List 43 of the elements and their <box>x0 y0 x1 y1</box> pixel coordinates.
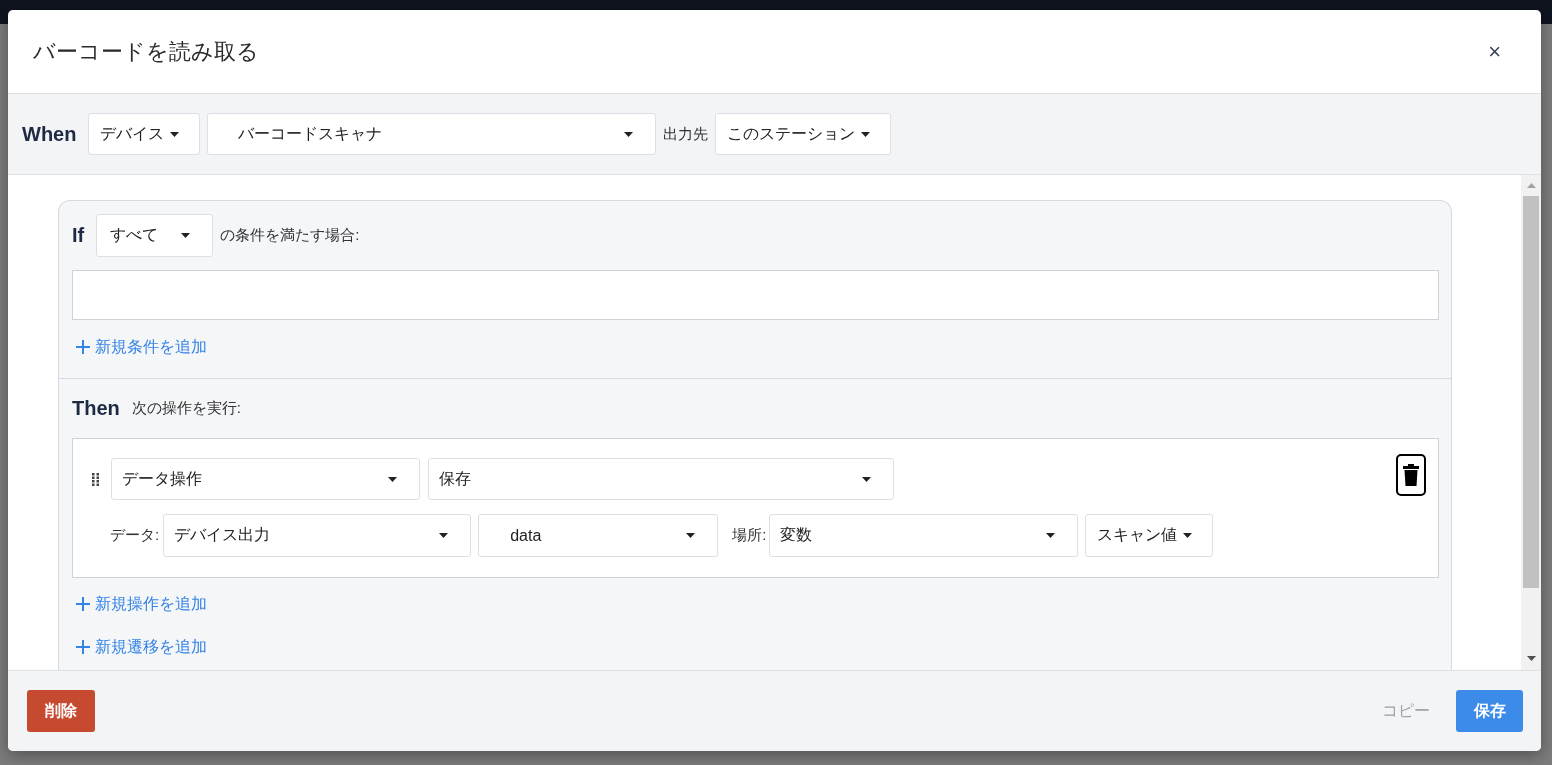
operation-select[interactable]: 保存 <box>428 458 894 500</box>
delete-action-button[interactable] <box>1396 454 1426 496</box>
caret-icon <box>170 131 180 137</box>
category-select[interactable]: データ操作 <box>111 458 420 500</box>
if-label: If <box>72 224 85 247</box>
plus-icon <box>76 340 90 354</box>
caret-icon <box>862 476 871 482</box>
add-condition-link[interactable]: 新規条件を追加 <box>72 337 207 357</box>
match-select[interactable]: すべて <box>96 214 214 257</box>
data-field-select[interactable]: data <box>478 514 719 557</box>
scrollbar-thumb[interactable] <box>1523 196 1539 588</box>
plus-icon <box>76 597 90 611</box>
place-label: 場所: <box>732 526 767 545</box>
add-action-link[interactable]: 新規操作を追加 <box>72 594 207 614</box>
scroll-down-icon[interactable] <box>1526 656 1536 661</box>
when-label: When <box>22 122 77 146</box>
output-label: 出力先 <box>663 124 709 144</box>
caret-icon <box>181 233 191 238</box>
output-select[interactable]: このステーション <box>715 113 892 155</box>
caret-icon <box>624 131 634 137</box>
drag-handle-icon[interactable] <box>92 472 99 486</box>
close-button[interactable]: × <box>1484 40 1505 63</box>
add-transition-link[interactable]: 新規遷移を追加 <box>72 637 207 657</box>
caret-icon <box>1183 533 1193 538</box>
caret-icon <box>1046 533 1056 538</box>
data-label: データ: <box>110 526 160 545</box>
source-select[interactable]: デバイス <box>88 113 201 155</box>
trash-icon <box>1403 464 1419 486</box>
caret-icon <box>439 533 449 538</box>
place-name-select[interactable]: スキャン値 <box>1085 514 1214 557</box>
place-type-select[interactable]: 変数 <box>769 514 1079 557</box>
plus-icon <box>76 640 90 654</box>
delete-button[interactable]: 削除 <box>27 690 95 732</box>
caret-icon <box>861 131 871 137</box>
caret-icon <box>388 476 397 482</box>
device-select[interactable]: バーコードスキャナ <box>207 113 657 155</box>
scrollbar-track[interactable] <box>1521 175 1541 670</box>
then-text: 次の操作を実行: <box>131 398 241 418</box>
dialog-title: バーコードを読み取る <box>33 37 259 66</box>
then-label: Then <box>72 396 120 420</box>
condition-text: の条件を満たす場合: <box>220 226 360 245</box>
caret-icon <box>686 533 696 538</box>
data-source-select[interactable]: デバイス出力 <box>163 514 472 557</box>
